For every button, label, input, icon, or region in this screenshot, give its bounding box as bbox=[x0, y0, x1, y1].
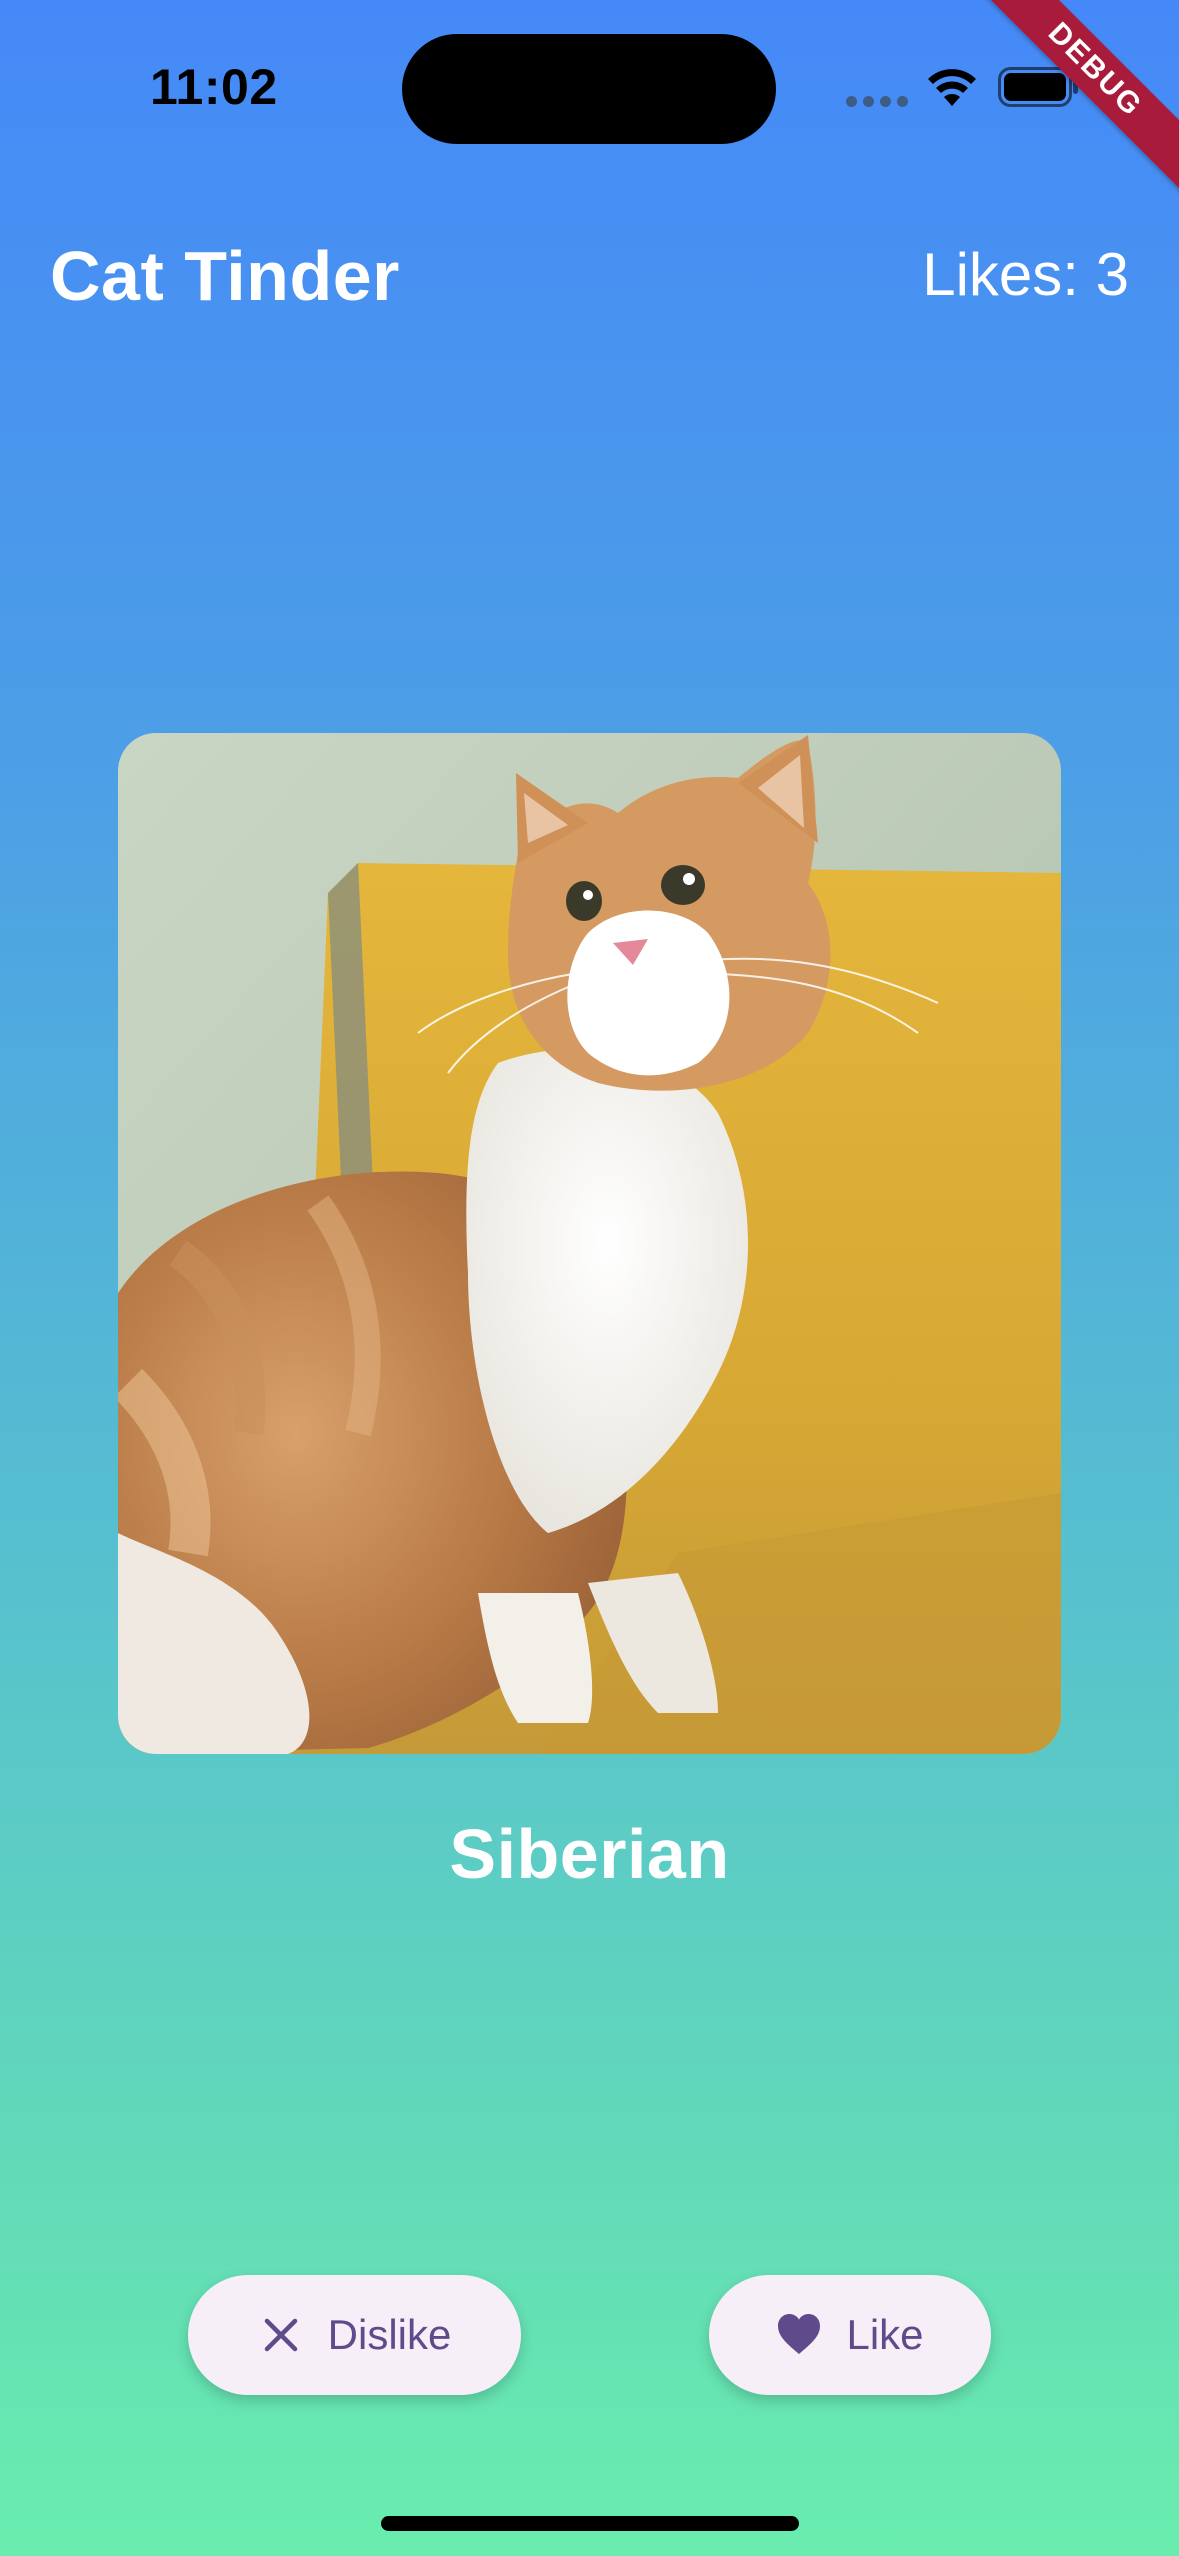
cellular-signal-icon bbox=[846, 96, 908, 107]
breed-name: Siberian bbox=[449, 1815, 730, 1893]
like-label: Like bbox=[846, 2311, 924, 2358]
dislike-button[interactable]: Dislike bbox=[188, 2275, 521, 2395]
likes-counter: Likes: 3 bbox=[922, 241, 1129, 308]
wifi-icon bbox=[928, 69, 976, 106]
status-time: 11:02 bbox=[150, 59, 278, 115]
home-indicator[interactable] bbox=[381, 2516, 799, 2531]
like-button[interactable]: Like bbox=[709, 2275, 991, 2395]
debug-banner-area: DEBUG bbox=[979, 0, 1179, 200]
heart-icon bbox=[778, 2314, 821, 2354]
close-icon bbox=[264, 2318, 297, 2352]
cat-card[interactable] bbox=[118, 733, 1061, 1754]
dislike-label: Dislike bbox=[327, 2311, 452, 2358]
cat-photo bbox=[118, 733, 1061, 1754]
dynamic-island bbox=[402, 34, 776, 144]
app-title: Cat Tinder bbox=[50, 237, 400, 315]
debug-banner: DEBUG bbox=[979, 0, 1179, 194]
